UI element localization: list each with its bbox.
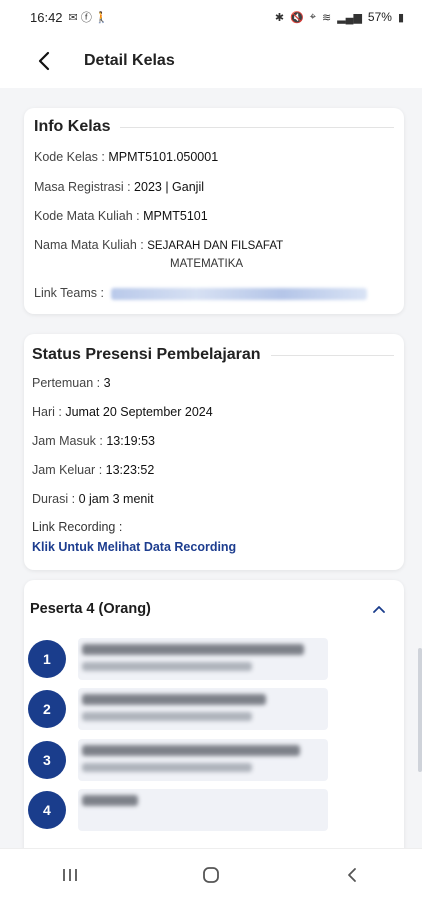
location-icon: ⌖ bbox=[309, 10, 316, 23]
battery-icon: ▮ bbox=[397, 11, 404, 24]
link-teams-row: Link Teams : bbox=[34, 286, 368, 300]
masa-registrasi-value: 2023 | Ganjil bbox=[134, 180, 205, 194]
peserta-number: 1 bbox=[28, 640, 66, 678]
recent-apps-icon bbox=[63, 868, 78, 881]
hari-row: Hari : Jumat 20 September 2024 bbox=[32, 405, 213, 419]
title-divider bbox=[120, 126, 394, 128]
peserta-info-redacted bbox=[77, 739, 328, 781]
peserta-info-redacted bbox=[77, 789, 328, 831]
jam-keluar-label: Jam Keluar : bbox=[32, 463, 103, 477]
peserta-title: Peserta 4 (Orang) bbox=[30, 601, 151, 617]
jam-keluar-row: Jam Keluar : 13:23:52 bbox=[32, 463, 154, 477]
nama-mk-label: Nama Mata Kuliah : bbox=[34, 238, 144, 252]
status-presensi-title-row: Status Presensi Pembelajaran bbox=[32, 346, 394, 364]
pertemuan-label: Pertemuan : bbox=[32, 376, 101, 390]
peserta-header[interactable]: Peserta 4 (Orang) bbox=[30, 598, 390, 620]
battery-percent: 57% bbox=[367, 10, 392, 24]
kode-mk-label: Kode Mata Kuliah : bbox=[34, 209, 140, 223]
app-bar: Detail Kelas bbox=[0, 34, 422, 88]
peserta-number: 4 bbox=[28, 791, 66, 829]
durasi-value: 0 jam 3 menit bbox=[78, 492, 154, 506]
status-presensi-title: Status Presensi Pembelajaran bbox=[32, 346, 261, 363]
info-kelas-title: Info Kelas bbox=[34, 118, 111, 135]
nama-mk-value-line1: SEJARAH DAN FILSAFAT bbox=[147, 240, 284, 252]
chevron-up-icon bbox=[373, 606, 385, 613]
kode-mk-row: Kode Mata Kuliah : MPMT5101 bbox=[34, 209, 208, 223]
kode-kelas-row: Kode Kelas : MPMT5101.050001 bbox=[34, 150, 218, 164]
info-kelas-card: Info Kelas Kode Kelas : MPMT5101.050001 … bbox=[24, 108, 404, 314]
peserta-number: 2 bbox=[28, 690, 66, 728]
peserta-item: 2 bbox=[28, 686, 328, 732]
home-icon bbox=[203, 866, 219, 883]
chevron-left-icon bbox=[347, 867, 356, 882]
system-nav-bar bbox=[0, 848, 422, 900]
page-title: Detail Kelas bbox=[84, 52, 175, 69]
status-right: ✱ 🔇 ⌖ ≋ ▂▄▆ 57% ▮ bbox=[275, 10, 404, 24]
peserta-item: 4 bbox=[28, 787, 328, 833]
recording-link[interactable]: Klik Untuk Melihat Data Recording bbox=[32, 540, 236, 554]
peserta-info-redacted bbox=[77, 688, 328, 730]
nama-mk-value-line2: MATEMATIKA bbox=[170, 258, 244, 270]
back-button[interactable] bbox=[30, 47, 58, 75]
wifi-icon: ≋ bbox=[321, 11, 332, 24]
mute-icon: 🔇 bbox=[290, 11, 304, 24]
title-divider bbox=[270, 354, 394, 356]
masa-registrasi-row: Masa Registrasi : 2023 | Ganjil bbox=[34, 180, 204, 194]
notification-icons: ✉ ⓕ 🚶 bbox=[68, 12, 109, 24]
link-teams-label: Link Teams : bbox=[34, 286, 104, 300]
jam-masuk-row: Jam Masuk : 13:19:53 bbox=[32, 434, 155, 448]
peserta-info-redacted bbox=[77, 638, 328, 680]
collapse-button[interactable] bbox=[368, 598, 390, 620]
signal-icon: ▂▄▆ bbox=[337, 11, 362, 24]
nama-mk-row: Nama Mata Kuliah : SEJARAH DAN FILSAFAT bbox=[34, 238, 283, 252]
arrow-left-icon bbox=[38, 51, 50, 71]
status-bar: 16:42 ✉ ⓕ 🚶 ✱ 🔇 ⌖ ≋ ▂▄▆ 57% ▮ bbox=[0, 0, 422, 34]
link-recording-label: Link Recording : bbox=[32, 520, 123, 534]
link-teams-value[interactable] bbox=[111, 287, 368, 300]
durasi-label: Durasi : bbox=[32, 492, 76, 506]
bluetooth-icon: ✱ bbox=[274, 11, 285, 24]
status-presensi-card: Status Presensi Pembelajaran Pertemuan :… bbox=[24, 334, 404, 570]
home-button[interactable] bbox=[181, 855, 241, 895]
kode-kelas-value: MPMT5101.050001 bbox=[108, 150, 219, 164]
status-time: 16:42 bbox=[30, 9, 63, 25]
pertemuan-row: Pertemuan : 3 bbox=[32, 376, 111, 390]
status-left: 16:42 ✉ ⓕ 🚶 bbox=[30, 9, 109, 25]
durasi-row: Durasi : 0 jam 3 menit bbox=[32, 492, 154, 506]
hari-value: Jumat 20 September 2024 bbox=[65, 405, 213, 419]
peserta-card: Peserta 4 (Orang) 1 2 3 4 bbox=[24, 580, 404, 848]
peserta-number: 3 bbox=[28, 741, 66, 779]
hari-label: Hari : bbox=[32, 405, 62, 419]
content-area[interactable]: Info Kelas Kode Kelas : MPMT5101.050001 … bbox=[0, 88, 422, 848]
peserta-item: 3 bbox=[28, 737, 328, 783]
system-back-button[interactable] bbox=[322, 855, 382, 895]
jam-masuk-value: 13:19:53 bbox=[106, 434, 156, 448]
masa-registrasi-label: Masa Registrasi : bbox=[34, 180, 131, 194]
recent-apps-button[interactable] bbox=[40, 855, 100, 895]
info-kelas-title-row: Info Kelas bbox=[34, 118, 394, 136]
kode-mk-value: MPMT5101 bbox=[143, 209, 208, 223]
pertemuan-value: 3 bbox=[103, 376, 111, 390]
scrollbar-thumb[interactable] bbox=[418, 648, 422, 772]
peserta-item: 1 bbox=[28, 636, 328, 682]
jam-keluar-value: 13:23:52 bbox=[105, 463, 155, 477]
jam-masuk-label: Jam Masuk : bbox=[32, 434, 103, 448]
kode-kelas-label: Kode Kelas : bbox=[34, 150, 105, 164]
